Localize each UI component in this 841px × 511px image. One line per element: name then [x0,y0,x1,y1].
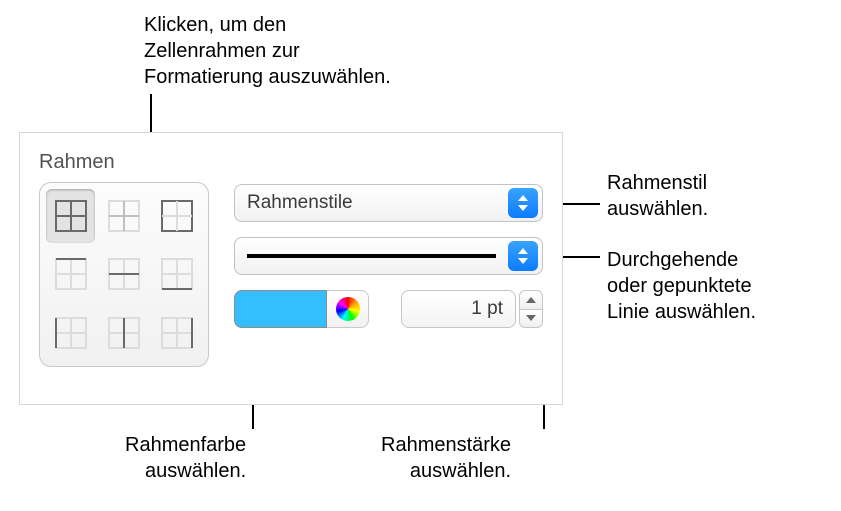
border-bottom[interactable] [153,247,202,301]
border-horizontal[interactable] [99,247,148,301]
border-panel: Rahmen [19,132,563,405]
border-width-field[interactable]: 1 pt [401,290,516,328]
border-right[interactable] [153,306,202,360]
callout-width: Rahmenstärke auswählen. [381,432,511,484]
border-style-label: Rahmenstile [235,192,508,214]
color-wheel-icon [336,297,360,321]
border-selector-grid [39,182,209,367]
callout-style: Rahmenstil auswählen. [607,170,708,222]
line-preview [235,254,508,258]
border-top[interactable] [46,247,95,301]
border-color-well[interactable] [234,290,327,328]
border-style-dropdown[interactable]: Rahmenstile [234,184,543,222]
border-vertical[interactable] [99,306,148,360]
border-outer[interactable] [153,189,202,243]
callout-line [562,256,600,258]
stepper-up[interactable] [519,290,543,310]
callout-grid: Klicken, um den Zellenrahmen zur Formati… [144,12,391,90]
color-picker-button[interactable] [327,290,369,328]
border-all[interactable] [46,189,95,243]
border-left[interactable] [46,306,95,360]
callout-linetype: Durchgehende oder gepunktete Linie auswä… [607,247,756,325]
chevron-updown-icon [508,241,538,271]
section-title: Rahmen [39,151,115,174]
callout-line [562,203,600,205]
callout-color: Rahmenfarbe auswählen. [125,432,246,484]
stepper-down[interactable] [519,310,543,329]
line-type-dropdown[interactable] [234,237,543,275]
border-inner[interactable] [99,189,148,243]
border-width-value: 1 pt [471,298,503,320]
chevron-updown-icon [508,188,538,218]
